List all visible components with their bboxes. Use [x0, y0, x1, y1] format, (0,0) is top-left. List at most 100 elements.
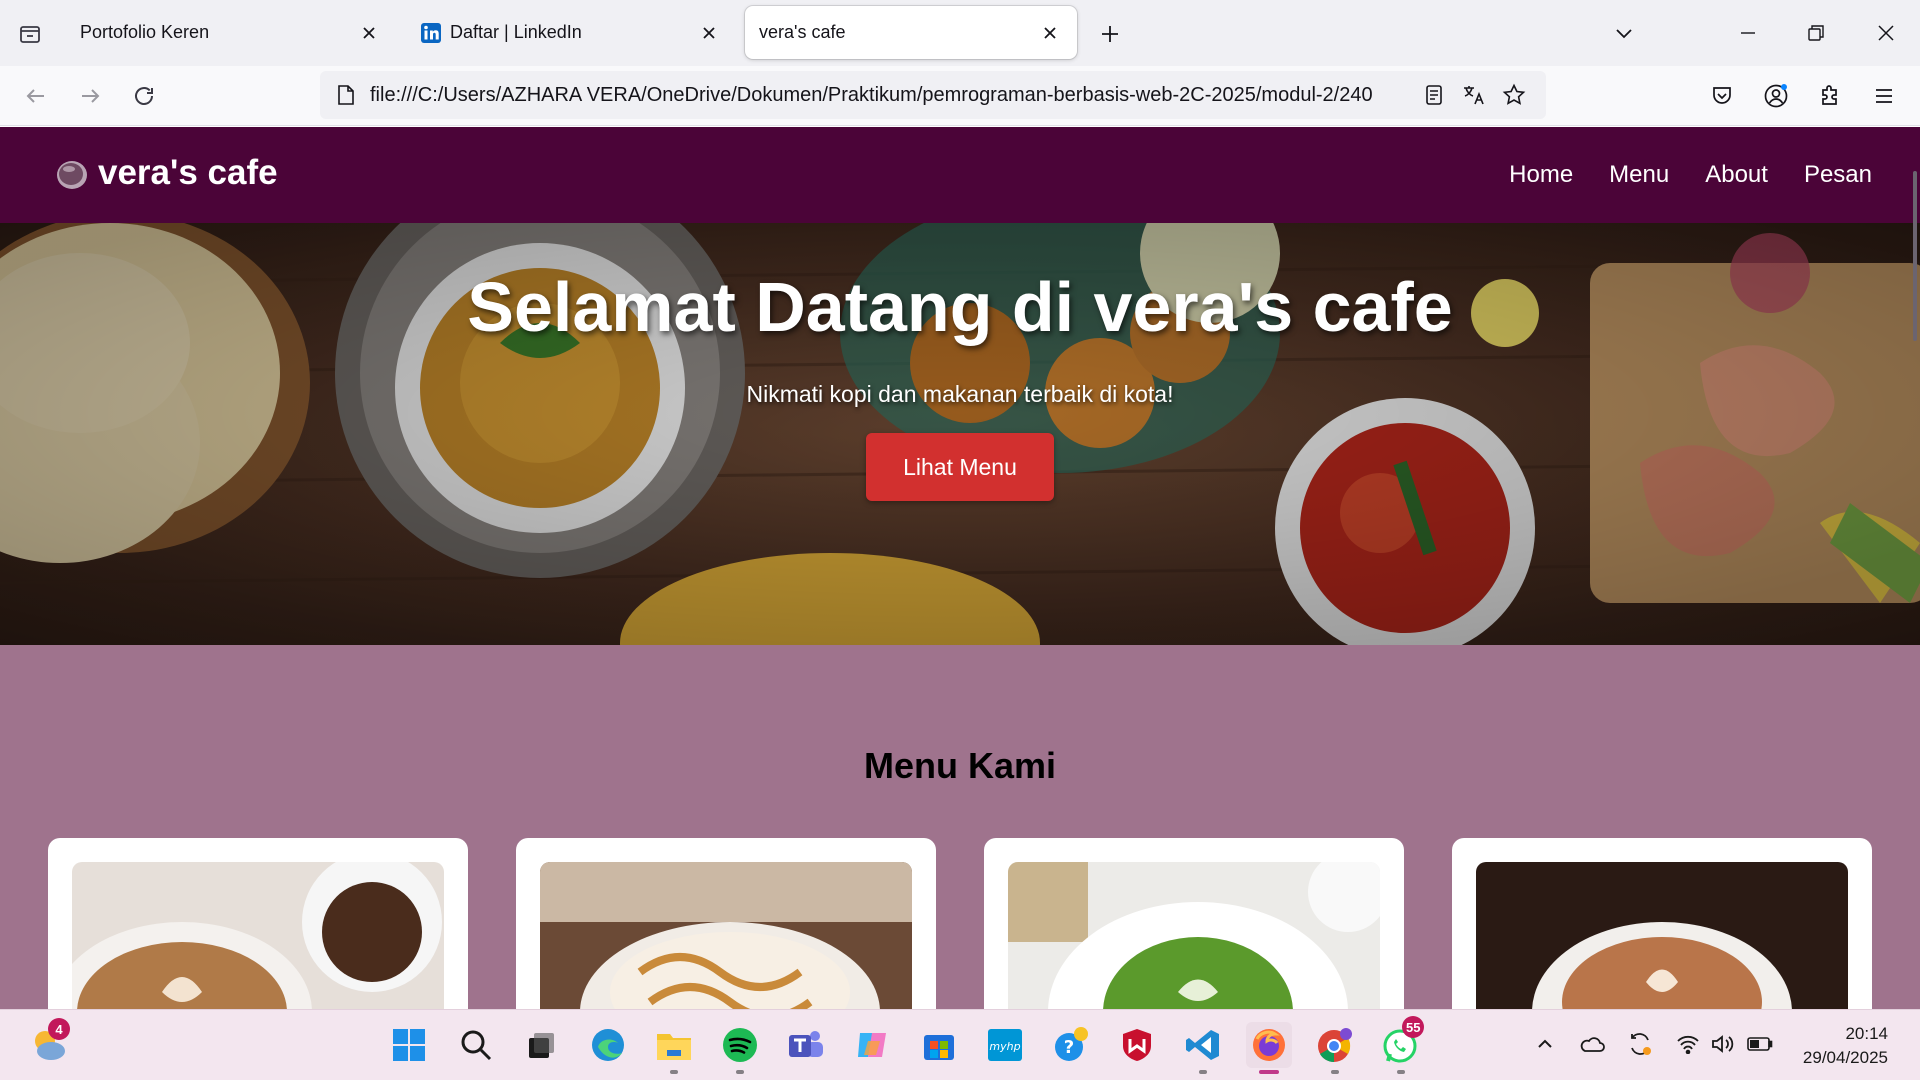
search-button[interactable] — [453, 1022, 499, 1068]
address-bar[interactable]: file:///C:/Users/AZHARA VERA/OneDrive/Do… — [320, 71, 1546, 119]
arrow-left-icon — [26, 89, 44, 103]
running-indicator — [1397, 1070, 1405, 1074]
chevron-up-icon — [1538, 1039, 1552, 1048]
account-button[interactable] — [1758, 78, 1794, 114]
menu-card[interactable] — [516, 838, 936, 1009]
tab-title: vera's cafe — [759, 22, 846, 42]
taskbar-myhp[interactable]: myhp — [982, 1022, 1028, 1068]
taskbar-teams[interactable] — [783, 1022, 829, 1068]
translate-button[interactable] — [1454, 75, 1494, 115]
app-menu-button[interactable] — [1866, 78, 1902, 114]
taskbar-file-explorer[interactable] — [651, 1022, 697, 1074]
clock-date: 29/04/2025 — [1802, 1048, 1888, 1067]
battery-tray[interactable] — [1744, 1028, 1776, 1060]
task-view-button[interactable] — [518, 1022, 564, 1068]
start-button[interactable] — [386, 1022, 432, 1068]
taskbar-firefox[interactable] — [1246, 1022, 1292, 1074]
tab-portofolio[interactable]: Portofolio Keren — [66, 6, 396, 59]
restore-icon — [1808, 25, 1824, 41]
close-window-button[interactable] — [1866, 14, 1906, 52]
copilot-icon — [858, 1033, 886, 1057]
caramel-latte-image — [540, 862, 912, 1009]
close-icon[interactable] — [696, 20, 722, 46]
taskbar-microsoft-store[interactable] — [916, 1022, 962, 1068]
menu-card[interactable] — [1452, 838, 1872, 1009]
hamburger-menu-icon — [1876, 89, 1892, 103]
close-icon[interactable] — [1037, 20, 1063, 46]
taskbar-vscode[interactable] — [1180, 1022, 1226, 1074]
hero-content: Selamat Datang di vera's cafe Nikmati ko… — [0, 223, 1920, 645]
browser-tab-strip: Portofolio Keren Daftar | LinkedIn vera'… — [0, 0, 1920, 66]
svg-text:myhp: myhp — [989, 1040, 1020, 1053]
list-all-tabs-button[interactable] — [1604, 14, 1644, 52]
reload-button[interactable] — [126, 78, 162, 114]
minimize-icon — [1741, 32, 1755, 34]
account-icon — [1764, 84, 1788, 108]
back-button[interactable] — [18, 78, 54, 114]
nav-link-about[interactable]: About — [1705, 161, 1768, 189]
minimize-button[interactable] — [1728, 14, 1768, 52]
nav-link-menu[interactable]: Menu — [1609, 161, 1669, 189]
close-icon[interactable] — [356, 20, 382, 46]
sync-tray[interactable] — [1624, 1028, 1656, 1060]
pocket-icon — [1713, 87, 1731, 104]
new-tab-button[interactable] — [1092, 16, 1128, 52]
extensions-button[interactable] — [1812, 78, 1848, 114]
menu-card[interactable] — [984, 838, 1404, 1009]
hero-title: Selamat Datang di vera's cafe — [467, 268, 1453, 346]
page-icon — [332, 81, 360, 109]
clock-time: 20:14 — [1845, 1024, 1888, 1043]
running-indicator — [670, 1070, 678, 1074]
taskbar-chrome[interactable] — [1312, 1022, 1358, 1074]
bookmark-button[interactable] — [1494, 75, 1534, 115]
brand-name: vera's cafe — [98, 153, 278, 192]
onedrive-tray[interactable] — [1576, 1028, 1608, 1060]
nav-link-home[interactable]: Home — [1509, 161, 1573, 189]
close-icon — [1878, 25, 1894, 41]
nav-link-pesan[interactable]: Pesan — [1804, 161, 1872, 189]
mcafee-icon — [1123, 1029, 1151, 1061]
running-indicator — [1331, 1070, 1339, 1074]
wifi-icon — [1677, 1035, 1699, 1054]
taskbar-copilot[interactable] — [850, 1022, 896, 1068]
site-header: vera's cafe Home Menu About Pesan — [0, 127, 1920, 223]
volume-tray[interactable] — [1706, 1028, 1738, 1060]
tab-linkedin[interactable]: Daftar | LinkedIn — [406, 6, 736, 59]
battery-icon — [1747, 1037, 1773, 1051]
chrome-icon — [1318, 1028, 1352, 1063]
cloud-icon — [1580, 1037, 1605, 1052]
wifi-tray[interactable] — [1672, 1028, 1704, 1060]
url-text[interactable]: file:///C:/Users/AZHARA VERA/OneDrive/Do… — [370, 84, 1414, 107]
plus-icon — [1102, 26, 1118, 42]
reload-icon — [135, 87, 153, 105]
pocket-button[interactable] — [1704, 78, 1740, 114]
page-scrollbar[interactable] — [1913, 171, 1917, 341]
show-hidden-icons-button[interactable] — [1529, 1028, 1561, 1060]
task-view-icon — [529, 1033, 554, 1058]
site-brand[interactable]: vera's cafe — [54, 153, 278, 193]
view-menu-button[interactable]: Lihat Menu — [866, 433, 1054, 501]
tab-veras-cafe[interactable]: vera's cafe — [745, 6, 1077, 59]
latte-art-image — [72, 862, 444, 1009]
spotify-icon — [723, 1028, 757, 1062]
teams-icon — [789, 1031, 823, 1057]
taskbar-spotify[interactable] — [717, 1022, 763, 1074]
menu-card[interactable] — [48, 838, 468, 1009]
active-indicator — [1259, 1070, 1279, 1074]
taskbar-get-help[interactable]: ? — [1048, 1022, 1094, 1068]
taskbar-mcafee[interactable] — [1114, 1022, 1160, 1068]
windows-taskbar: 4 myhp ? 55 20:14 29/04/2025 — [0, 1009, 1920, 1080]
restore-button[interactable] — [1796, 14, 1836, 52]
reader-view-button[interactable] — [1414, 75, 1454, 115]
running-indicator — [1199, 1070, 1207, 1074]
forward-button[interactable] — [72, 78, 108, 114]
puzzle-icon — [1822, 85, 1837, 105]
system-clock[interactable]: 20:14 29/04/2025 — [1803, 1022, 1888, 1070]
volume-icon — [1712, 1035, 1734, 1053]
tab-list-button[interactable] — [12, 16, 48, 52]
weather-widget[interactable]: 4 — [26, 1018, 72, 1068]
taskbar-edge[interactable] — [585, 1022, 631, 1068]
matcha-latte-image — [1008, 862, 1380, 1009]
firefox-icon — [1253, 1029, 1285, 1061]
taskbar-whatsapp[interactable]: 55 — [1378, 1016, 1425, 1074]
